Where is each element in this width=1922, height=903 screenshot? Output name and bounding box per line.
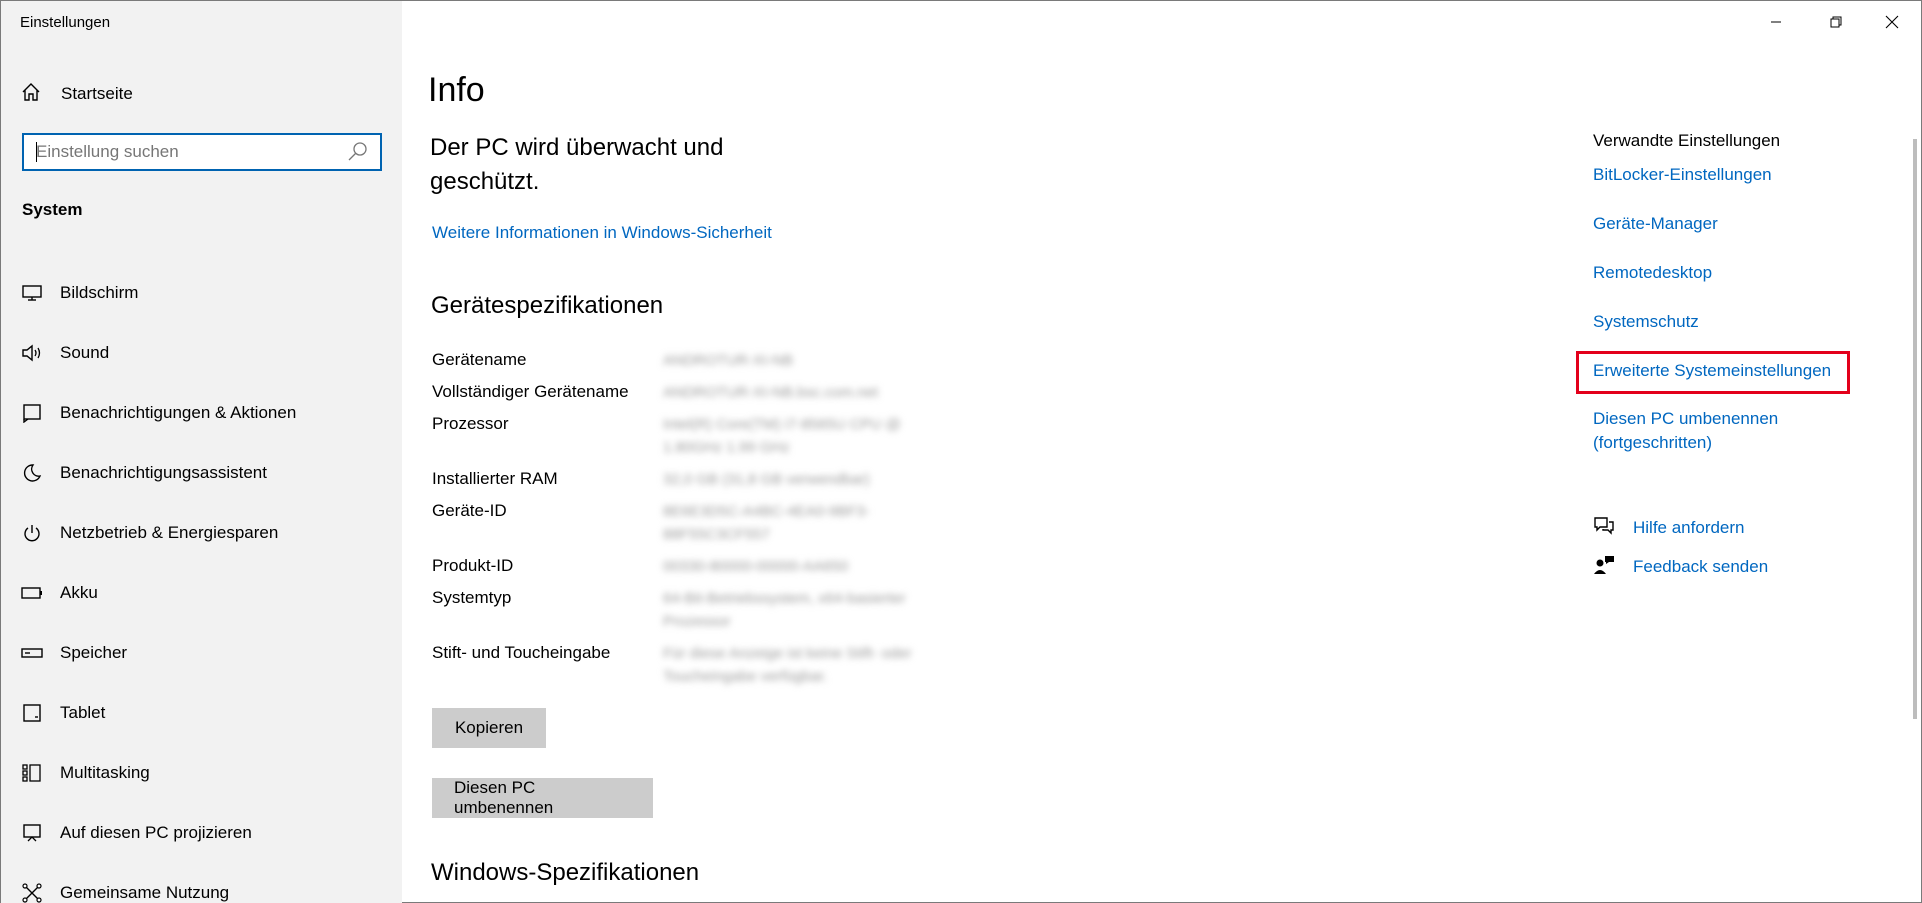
sidebar-item-multitasking[interactable]: Multitasking	[21, 743, 381, 803]
search-box[interactable]	[22, 133, 382, 171]
sidebar-item-label: Multitasking	[60, 763, 150, 782]
settings-window: Einstellungen Startseite System Bildschi…	[0, 0, 1922, 903]
sidebar-item-label: Sound	[60, 343, 110, 362]
restore-icon	[1830, 16, 1842, 28]
sidebar-item-projizieren[interactable]: Auf diesen PC projizieren	[21, 803, 381, 863]
remote-desktop-link[interactable]: Remotedesktop	[1593, 261, 1712, 285]
protection-status-text: Der PC wird überwacht und geschützt.	[430, 134, 724, 195]
share-icon	[21, 882, 43, 903]
moon-icon	[21, 462, 43, 484]
spec-value: 64-Bit-Betriebssystem, x64-basierter Pro…	[663, 590, 906, 630]
spec-label: Systemtyp	[432, 588, 512, 607]
feedback-row[interactable]: Feedback senden	[1593, 554, 1768, 579]
spec-label: Produkt-ID	[432, 556, 514, 575]
sidebar-item-tablet[interactable]: Tablet	[21, 683, 381, 743]
spec-value: 00330-80000-00000-AA650	[663, 558, 849, 575]
spec-value: ANDROTUR-XI-NB.bsc.com.net	[663, 384, 879, 401]
spec-value: ANDROTUR-XI-NB	[663, 352, 793, 369]
help-row[interactable]: Hilfe anfordern	[1593, 515, 1745, 540]
tablet-icon	[21, 702, 43, 724]
speaker-icon	[21, 342, 43, 364]
spec-label: Geräte-ID	[432, 501, 507, 520]
sidebar: Einstellungen Startseite System Bildschi…	[1, 1, 402, 903]
app-title: Einstellungen	[20, 14, 111, 31]
sidebar-item-label: Netzbetrieb & Energiesparen	[60, 523, 279, 542]
bitlocker-settings-link[interactable]: BitLocker-Einstellungen	[1593, 163, 1772, 187]
search-icon[interactable]	[346, 140, 370, 164]
send-feedback-link[interactable]: Feedback senden	[1633, 557, 1768, 577]
sidebar-item-gemeinsame-nutzung[interactable]: Gemeinsame Nutzung	[21, 863, 381, 903]
system-protection-link[interactable]: Systemschutz	[1593, 310, 1699, 334]
sidebar-item-label: Speicher	[60, 643, 128, 662]
related-settings: Verwandte Einstellungen	[1593, 131, 1893, 164]
spec-label: Stift- und Toucheingabe	[432, 643, 611, 662]
restore-button[interactable]	[1813, 9, 1859, 35]
sidebar-nav: Bildschirm Sound Benachrichtigungen & Ak…	[21, 263, 381, 903]
sidebar-item-bildschirm[interactable]: Bildschirm	[21, 263, 381, 323]
sidebar-item-label: Tablet	[60, 703, 106, 722]
home-icon	[21, 82, 41, 107]
minimize-icon	[1771, 21, 1781, 23]
help-icon	[1593, 515, 1615, 540]
spec-value: 32,0 GB (31,8 GB verwendbar)	[663, 471, 870, 488]
storage-icon	[21, 642, 43, 664]
search-input[interactable]	[36, 142, 346, 162]
page-title: Info	[428, 71, 485, 109]
spec-label: Vollständiger Gerätename	[432, 382, 629, 401]
close-icon	[1885, 15, 1899, 29]
highlight-box	[1576, 351, 1850, 394]
windows-specs-heading: Windows-Spezifikationen	[431, 859, 700, 886]
spec-value: Intel(R) Core(TM) i7-8565U CPU @ 1.80GHz…	[663, 416, 901, 456]
spec-label: Gerätename	[432, 350, 527, 369]
sidebar-item-speicher[interactable]: Speicher	[21, 623, 381, 683]
battery-icon	[21, 582, 43, 604]
sidebar-item-akku[interactable]: Akku	[21, 563, 381, 623]
sidebar-item-netzbetrieb[interactable]: Netzbetrieb & Energiesparen	[21, 503, 381, 563]
sidebar-item-label: Auf diesen PC projizieren	[60, 823, 252, 842]
close-button[interactable]	[1869, 9, 1915, 35]
minimize-button[interactable]	[1753, 9, 1799, 35]
sidebar-item-label: Akku	[60, 583, 98, 602]
power-icon	[21, 522, 43, 544]
sidebar-item-label: Benachrichtigungen & Aktionen	[60, 403, 297, 422]
home-nav-item[interactable]: Startseite	[21, 79, 381, 109]
notification-icon	[21, 402, 43, 424]
project-icon	[21, 822, 43, 844]
multitasking-icon	[21, 762, 43, 784]
sidebar-item-benachrichtigungen[interactable]: Benachrichtigungen & Aktionen	[21, 383, 381, 443]
scrollbar[interactable]	[1913, 139, 1917, 719]
sidebar-item-benachrichtigungsassistent[interactable]: Benachrichtigungsassistent	[21, 443, 381, 503]
get-help-link[interactable]: Hilfe anfordern	[1633, 518, 1745, 538]
rename-pc-button[interactable]: Diesen PC umbenennen	[432, 778, 653, 818]
feedback-icon	[1593, 554, 1615, 579]
rename-pc-advanced-link[interactable]: Diesen PC umbenennen (fortgeschritten)	[1593, 407, 1803, 455]
sidebar-item-label: Bildschirm	[60, 283, 139, 302]
spec-label: Installierter RAM	[432, 469, 558, 488]
sidebar-item-label: Gemeinsame Nutzung	[60, 883, 230, 902]
related-settings-title: Verwandte Einstellungen	[1593, 131, 1781, 150]
device-specs-heading: Gerätespezifikationen	[431, 292, 664, 319]
spec-value: 8E6E3D5C-A4BC-4EA0-9BF3-88F55C3CF557	[663, 503, 870, 543]
spec-label: Prozessor	[432, 414, 509, 433]
spec-value: Für diese Anzeige ist keine Stift- oder …	[663, 645, 912, 685]
copy-button[interactable]: Kopieren	[432, 708, 546, 748]
windows-security-link[interactable]: Weitere Informationen in Windows-Sicherh…	[432, 223, 772, 243]
monitor-icon	[21, 282, 43, 304]
home-label: Startseite	[61, 84, 133, 103]
sidebar-item-sound[interactable]: Sound	[21, 323, 381, 383]
sidebar-item-label: Benachrichtigungsassistent	[60, 463, 267, 482]
device-manager-link[interactable]: Geräte-Manager	[1593, 212, 1718, 236]
section-heading: System	[22, 200, 83, 219]
